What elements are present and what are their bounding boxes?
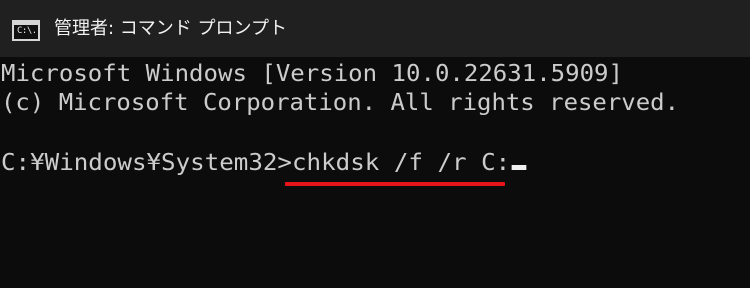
prompt-path: C:¥Windows¥System32>: [1, 150, 292, 176]
copyright-line: (c) Microsoft Corporation. All rights re…: [1, 90, 679, 116]
typed-command[interactable]: chkdsk /f /r C:: [292, 150, 510, 176]
version-line: Microsoft Windows [Version 10.0.22631.59…: [1, 61, 623, 87]
cmd-icon-glyph: C:\.: [17, 26, 37, 36]
command-line[interactable]: C:¥Windows¥System32>chkdsk /f /r C:: [1, 148, 526, 178]
title-bar[interactable]: C:\. 管理者: コマンド プロンプト: [0, 0, 750, 57]
command-prompt-window: C:\. 管理者: コマンド プロンプト Microsoft Windows […: [0, 0, 750, 288]
text-cursor: [511, 165, 526, 170]
cmd-icon[interactable]: C:\.: [12, 20, 40, 41]
command-highlight-underline: [285, 182, 505, 186]
window-title: 管理者: コマンド プロンプト: [54, 18, 287, 39]
console-output[interactable]: Microsoft Windows [Version 10.0.22631.59…: [0, 57, 750, 288]
